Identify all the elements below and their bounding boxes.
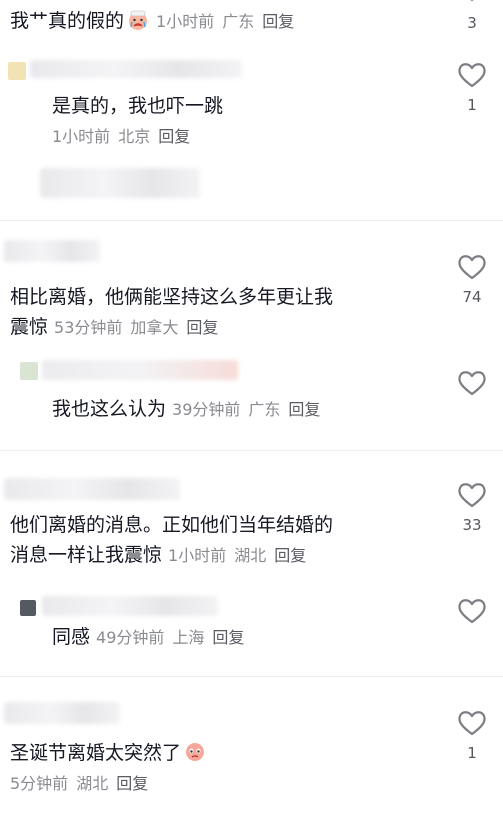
like-button[interactable]: 33 (455, 482, 489, 534)
comment-6: 同感 49分钟前 上海 回复 (52, 622, 244, 652)
comment-location: 北京 (118, 127, 151, 146)
comment-time: 49分钟前 (96, 628, 165, 647)
heart-icon (458, 255, 486, 280)
avatar[interactable] (20, 362, 38, 380)
comment-3: 相比离婚，他俩能坚持这么多年更让我 震惊 53分钟前 加拿大 回复 (10, 282, 333, 342)
comment-location: 湖北 (234, 546, 267, 565)
comment-meta: 1小时前 北京 回复 (52, 123, 223, 147)
heart-icon (458, 371, 486, 396)
like-count: 74 (462, 288, 482, 306)
like-count: 3 (467, 14, 477, 32)
like-count: 1 (467, 744, 477, 762)
like-button[interactable] (455, 598, 489, 632)
comment-2: 是真的，我也吓一跳 1小时前 北京 回复 (52, 91, 223, 147)
avatar[interactable] (8, 62, 26, 80)
divider (0, 676, 503, 677)
comment-meta: 49分钟前 上海 回复 (96, 628, 244, 647)
pleading-face-emoji-icon (183, 741, 207, 767)
chevron-down-icon (470, 0, 474, 2)
heart-icon (458, 63, 486, 88)
comment-meta: 1小时前 湖北 回复 (168, 546, 306, 565)
reply-button[interactable]: 回复 (158, 127, 190, 146)
comment-location: 上海 (172, 628, 205, 647)
comment-time: 1小时前 (168, 546, 227, 565)
divider (0, 220, 503, 221)
username-blurred[interactable] (4, 240, 100, 262)
comment-text: 同感 (52, 626, 91, 648)
reply-button[interactable]: 回复 (262, 12, 294, 31)
like-button[interactable]: 74 (455, 254, 489, 306)
username-blurred[interactable] (4, 478, 180, 500)
comment-text: 圣诞节离婚太突然了 (10, 742, 182, 764)
reply-button[interactable]: 回复 (212, 628, 244, 647)
divider (0, 450, 503, 451)
username-blurred[interactable] (4, 702, 120, 724)
comment-text-line1: 他们离婚的消息。正如他们当年结婚的 (10, 514, 334, 536)
comment-location: 加拿大 (130, 318, 179, 337)
reply-button[interactable]: 回复 (288, 400, 320, 419)
comment-time: 5分钟前 (10, 774, 69, 793)
comment-time: 39分钟前 (172, 400, 241, 419)
like-button[interactable]: 1 (455, 62, 489, 114)
comment-time: 1小时前 (156, 12, 215, 31)
comment-text-line1: 相比离婚，他俩能坚持这么多年更让我 (10, 286, 334, 308)
comment-meta: 5分钟前 湖北 回复 (10, 770, 207, 794)
like-count: 1 (467, 96, 477, 114)
comment-5: 他们离婚的消息。正如他们当年结婚的 消息一样让我震惊 1小时前 湖北 回复 (10, 510, 333, 570)
username-blurred[interactable] (42, 596, 218, 616)
comment-text-line2: 震惊 (10, 316, 49, 338)
comment-meta: 1小时前 广东 回复 (156, 12, 294, 31)
comment-meta: 39分钟前 广东 回复 (172, 400, 320, 419)
comment-7: 圣诞节离婚太突然了 5分钟前 湖北 回复 (10, 738, 207, 794)
username-blurred[interactable] (42, 360, 238, 380)
like-count: 33 (462, 516, 482, 534)
comment-text: 我艹真的假的 (10, 10, 125, 32)
comment-text: 我也这么认为 (52, 398, 167, 420)
expand-replies-blurred[interactable] (40, 168, 200, 198)
comment-meta: 53分钟前 加拿大 回复 (54, 318, 218, 337)
comment-4: 我也这么认为 39分钟前 广东 回复 (52, 394, 320, 424)
reply-button[interactable]: 回复 (274, 546, 306, 565)
reply-button[interactable]: 回复 (186, 318, 218, 337)
comment-location: 湖北 (76, 774, 109, 793)
like-button[interactable] (455, 370, 489, 404)
username-blurred[interactable] (30, 60, 242, 78)
like-button[interactable]: 3 (455, 0, 489, 32)
heart-icon (458, 599, 486, 624)
like-button[interactable]: 1 (455, 710, 489, 762)
comment-location: 广东 (222, 12, 255, 31)
heart-icon (458, 483, 486, 508)
reply-button[interactable]: 回复 (116, 774, 148, 793)
comment-1: 我艹真的假的 1小时前 广东 回复 (10, 6, 294, 36)
heart-icon (458, 711, 486, 736)
comment-time: 1小时前 (52, 127, 111, 146)
comment-text: 是真的，我也吓一跳 (52, 95, 224, 117)
comment-time: 53分钟前 (54, 318, 123, 337)
avatar[interactable] (20, 600, 36, 616)
comment-text-line2: 消息一样让我震惊 (10, 544, 163, 566)
crying-face-emoji-icon (126, 9, 150, 35)
comment-location: 广东 (248, 400, 281, 419)
